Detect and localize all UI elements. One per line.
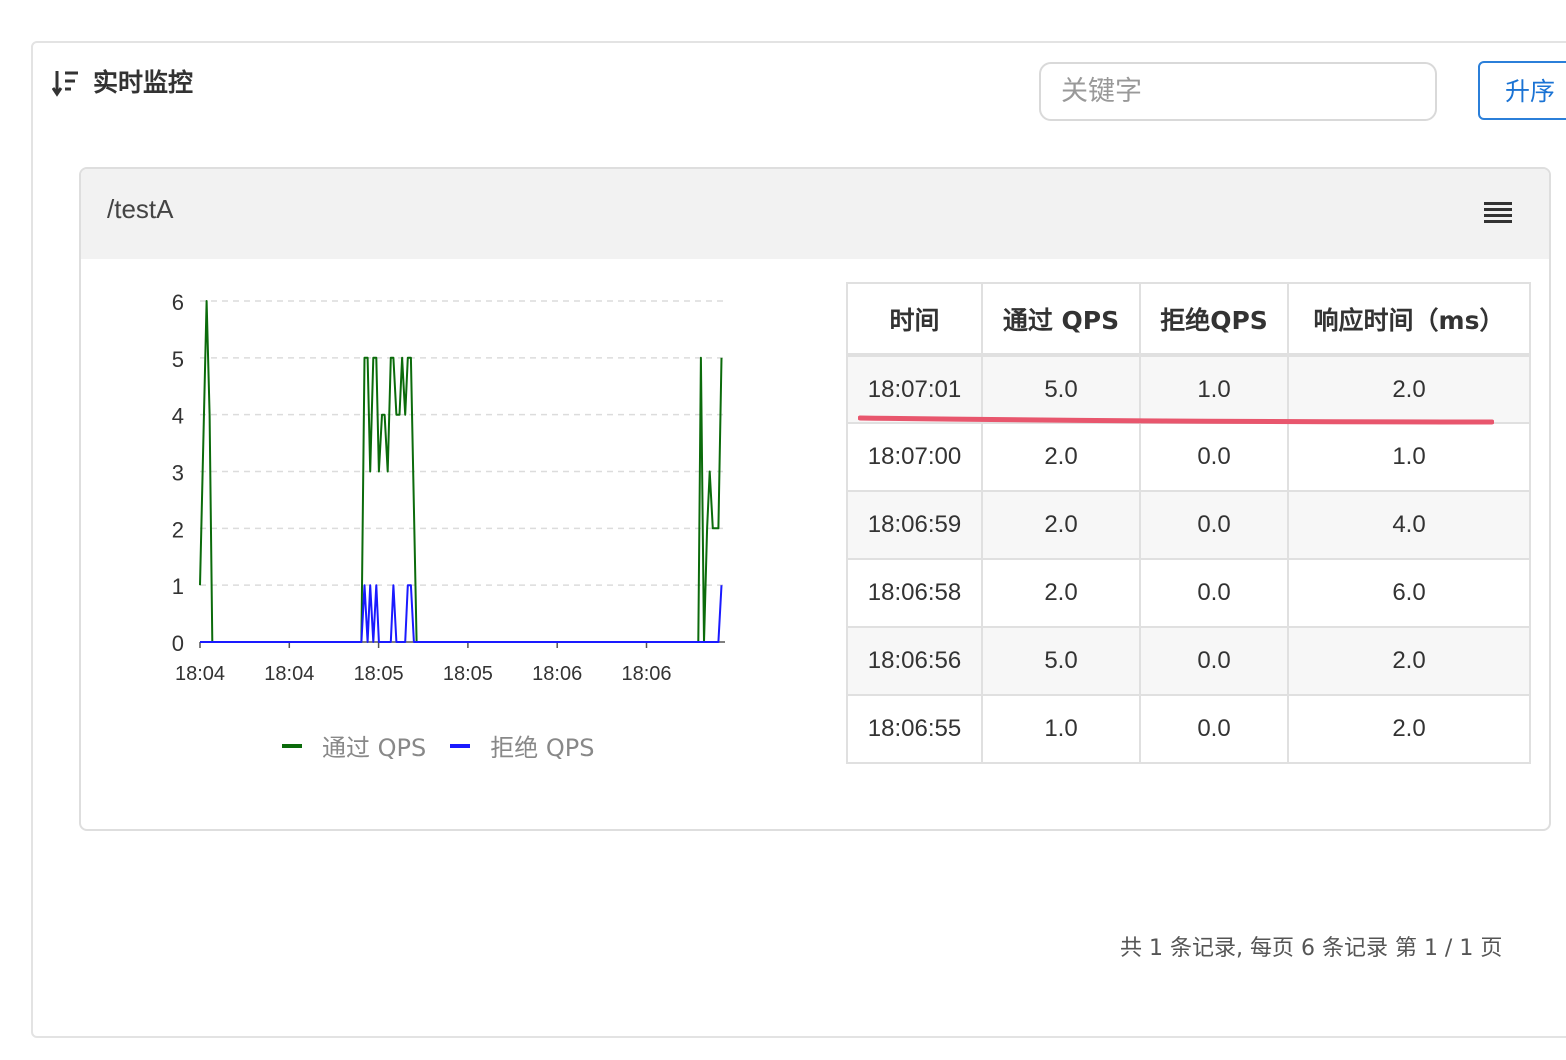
column-header-time: 时间 bbox=[846, 282, 983, 357]
x-tick-label: 18:05 bbox=[443, 663, 493, 685]
x-tick-label: 18:04 bbox=[175, 663, 225, 685]
cell-block-qps: 0.0 bbox=[1139, 422, 1289, 492]
cell-response-time: 2.0 bbox=[1287, 626, 1531, 696]
page-title: 实时监控 bbox=[93, 68, 194, 97]
cell-block-qps: 0.0 bbox=[1139, 558, 1289, 628]
cell-pass-qps: 1.0 bbox=[981, 694, 1141, 764]
card-header: /testA bbox=[81, 169, 1549, 259]
cell-response-time: 2.0 bbox=[1287, 354, 1531, 424]
cell-block-qps: 1.0 bbox=[1139, 354, 1289, 424]
cell-pass-qps: 2.0 bbox=[981, 558, 1141, 628]
table-header-row: 时间 通过 QPS 拒绝QPS 响应时间（ms） bbox=[846, 282, 1531, 357]
y-tick-label: 2 bbox=[172, 517, 184, 542]
cell-response-time: 4.0 bbox=[1287, 490, 1531, 560]
search-input[interactable] bbox=[1039, 62, 1437, 121]
table-row: 18:06:55 1.0 0.0 2.0 bbox=[846, 694, 1531, 764]
y-tick-label: 5 bbox=[172, 347, 184, 372]
legend-label-pass: 通过 QPS bbox=[322, 734, 427, 762]
resource-name: /testA bbox=[107, 194, 174, 224]
y-tick-label: 4 bbox=[172, 404, 184, 429]
menu-lines-icon[interactable] bbox=[1483, 201, 1513, 225]
column-header-response-time: 响应时间（ms） bbox=[1287, 282, 1531, 357]
cell-time: 18:06:58 bbox=[846, 558, 983, 628]
legend-item-block[interactable]: 拒绝 QPS bbox=[450, 728, 594, 763]
cell-block-qps: 0.0 bbox=[1139, 694, 1289, 764]
cell-block-qps: 0.0 bbox=[1139, 490, 1289, 560]
y-tick-label: 6 bbox=[172, 290, 184, 315]
y-tick-label: 0 bbox=[172, 631, 184, 656]
cell-time: 18:06:59 bbox=[846, 490, 983, 560]
legend-item-pass[interactable]: 通过 QPS bbox=[282, 728, 426, 763]
cell-response-time: 6.0 bbox=[1287, 558, 1531, 628]
table-row: 18:07:01 5.0 1.0 2.0 bbox=[846, 354, 1531, 424]
legend-label-block: 拒绝 QPS bbox=[490, 734, 595, 762]
sort-descending-icon bbox=[52, 71, 78, 97]
cell-pass-qps: 5.0 bbox=[981, 354, 1141, 424]
x-tick-label: 18:06 bbox=[532, 663, 582, 685]
metrics-table: 时间 通过 QPS 拒绝QPS 响应时间（ms） 18:07:01 5.0 1.… bbox=[846, 282, 1531, 764]
x-tick-label: 18:06 bbox=[621, 663, 671, 685]
legend-swatch-block bbox=[450, 743, 471, 748]
table-row: 18:06:58 2.0 0.0 6.0 bbox=[846, 558, 1531, 628]
cell-time: 18:06:55 bbox=[846, 694, 983, 764]
cell-block-qps: 0.0 bbox=[1139, 626, 1289, 696]
y-tick-label: 3 bbox=[172, 461, 184, 486]
cell-pass-qps: 2.0 bbox=[981, 422, 1141, 492]
cell-time: 18:07:00 bbox=[846, 422, 983, 492]
cell-response-time: 1.0 bbox=[1287, 422, 1531, 492]
series-line-block-qps bbox=[200, 584, 723, 643]
cell-response-time: 2.0 bbox=[1287, 694, 1531, 764]
table-row: 18:07:00 2.0 0.0 1.0 bbox=[846, 422, 1531, 492]
cell-time: 18:06:56 bbox=[846, 626, 983, 696]
column-header-block-qps: 拒绝QPS bbox=[1139, 282, 1289, 357]
legend-swatch-pass bbox=[282, 743, 302, 748]
x-tick-label: 18:05 bbox=[354, 663, 404, 685]
qps-line-chart: 0 1 2 3 4 5 6 18:04 18:04 18:05 18:05 18:06 18:06 bbox=[172, 290, 725, 685]
table-row: 18:06:59 2.0 0.0 4.0 bbox=[846, 490, 1531, 560]
cell-pass-qps: 2.0 bbox=[981, 490, 1141, 560]
cell-time: 18:07:01 bbox=[846, 354, 983, 424]
x-tick-label: 18:04 bbox=[264, 663, 314, 685]
chart-legend: 通过 QPS 拒绝 QPS bbox=[282, 728, 618, 763]
column-header-pass-qps: 通过 QPS bbox=[981, 282, 1141, 357]
y-tick-label: 1 bbox=[172, 574, 184, 599]
pagination-info: 共 1 条记录, 每页 6 条记录 第 1 / 1 页 bbox=[1120, 936, 1503, 961]
cell-pass-qps: 5.0 bbox=[981, 626, 1141, 696]
table-row: 18:06:56 5.0 0.0 2.0 bbox=[846, 626, 1531, 696]
sort-ascending-button[interactable]: 升序 bbox=[1478, 61, 1566, 120]
